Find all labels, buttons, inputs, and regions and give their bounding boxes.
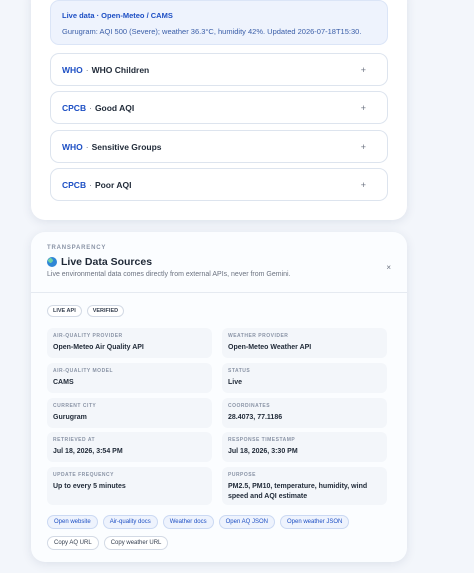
live-data-title: Live data · Open-Meteo / CAMS: [62, 11, 173, 20]
section-title: Live Data Sources: [47, 256, 152, 268]
section-subtitle: Live environmental data comes directly f…: [47, 271, 291, 278]
field-label: AIR-QUALITY PROVIDER: [53, 333, 123, 339]
field-value: Jul 18, 2026, 3:30 PM: [228, 448, 298, 455]
field-coordinates: COORDINATES 28.4073, 77.1186: [222, 398, 387, 428]
field-current-city: CURRENT CITY Gurugram: [47, 398, 212, 428]
field-value: 28.4073, 77.1186: [228, 414, 283, 421]
field-value: CAMS: [53, 379, 74, 386]
guidelines-card: Live data · Open-Meteo / CAMS Gurugram: …: [31, 0, 407, 220]
section-title-text: Live Data Sources: [61, 256, 153, 268]
verified-badge: VERIFIED: [86, 305, 125, 317]
accordion-separator: ·: [89, 102, 92, 113]
field-value: Gurugram: [53, 414, 87, 421]
accordion-separator: ·: [89, 179, 92, 190]
globe-icon: [47, 257, 57, 267]
accordion-poor-aqi[interactable]: CPCB · Poor AQI +: [50, 168, 388, 201]
field-value: PM2.5, PM10, temperature, humidity, wind…: [228, 483, 368, 500]
field-value: Up to every 5 minutes: [53, 483, 126, 490]
field-value: Open-Meteo Weather API: [228, 344, 312, 351]
accordion-label: Poor AQI: [94, 179, 132, 190]
accordion-label: WHO Children: [91, 64, 150, 75]
live-api-badge: LIVE API: [47, 305, 82, 317]
field-label: PURPOSE: [228, 472, 256, 478]
field-air-quality-provider: AIR-QUALITY PROVIDER Open-Meteo Air Qual…: [47, 328, 212, 358]
accordion-who-children[interactable]: WHO · WHO Children +: [50, 53, 388, 86]
air-quality-docs-link[interactable]: Air-quality docs: [102, 515, 158, 529]
accordion-org: WHO: [62, 141, 83, 152]
open-weather-json-link[interactable]: Open weather JSON: [280, 515, 350, 529]
copy-buttons: Copy AQ URL Copy weather URL: [47, 536, 169, 550]
field-value: Open-Meteo Air Quality API: [53, 344, 144, 351]
field-label: CURRENT CITY: [53, 403, 97, 409]
open-website-link[interactable]: Open website: [47, 515, 98, 529]
plus-icon[interactable]: +: [361, 103, 366, 113]
field-response-timestamp: RESPONSE TIMESTAMP Jul 18, 2026, 3:30 PM: [222, 432, 387, 462]
copy-weather-url-button[interactable]: Copy weather URL: [103, 536, 169, 550]
badge-row: LIVE API VERIFIED: [47, 305, 125, 317]
field-label: RETRIEVED AT: [53, 437, 96, 443]
live-data-summary: Gurugram: AQI 500 (Severe); weather 36.3…: [62, 27, 362, 36]
accordion-label: Sensitive Groups: [91, 141, 162, 152]
field-label: RESPONSE TIMESTAMP: [228, 437, 296, 443]
field-retrieved-at: RETRIEVED AT Jul 18, 2026, 3:54 PM: [47, 432, 212, 462]
field-label: UPDATE FREQUENCY: [53, 472, 114, 478]
field-value: Jul 18, 2026, 3:54 PM: [53, 448, 123, 455]
field-air-quality-model: AIR-QUALITY MODEL CAMS: [47, 363, 212, 393]
plus-icon[interactable]: +: [361, 65, 366, 75]
field-label: AIR-QUALITY MODEL: [53, 368, 114, 374]
accordion-org: CPCB: [62, 102, 87, 113]
plus-icon[interactable]: +: [361, 142, 366, 152]
copy-aq-url-button[interactable]: Copy AQ URL: [47, 536, 99, 550]
field-status: STATUS Live: [222, 363, 387, 393]
open-aq-json-link[interactable]: Open AQ JSON: [218, 515, 275, 529]
accordion-good-aqi[interactable]: CPCB · Good AQI +: [50, 91, 388, 124]
divider: [31, 292, 407, 293]
weather-docs-link[interactable]: Weather docs: [162, 515, 214, 529]
accordion-org: CPCB: [62, 179, 87, 190]
field-label: COORDINATES: [228, 403, 271, 409]
field-label: STATUS: [228, 368, 251, 374]
close-icon[interactable]: ×: [386, 263, 391, 272]
field-purpose: PURPOSE PM2.5, PM10, temperature, humidi…: [222, 467, 387, 505]
section-eyebrow: TRANSPARENCY: [47, 245, 107, 251]
accordion-org: WHO: [62, 64, 83, 75]
source-links: Open website Air-quality docs Weather do…: [47, 515, 350, 529]
live-data-sources-card: TRANSPARENCY Live Data Sources × Live en…: [31, 232, 407, 562]
accordion-separator: ·: [85, 141, 89, 152]
field-value: Live: [228, 379, 243, 386]
field-update-frequency: UPDATE FREQUENCY Up to every 5 minutes: [47, 467, 212, 505]
live-data-banner: Live data · Open-Meteo / CAMS Gurugram: …: [50, 0, 388, 45]
field-weather-provider: WEATHER PROVIDER Open-Meteo Weather API: [222, 328, 387, 358]
accordion-label: Good AQI: [94, 102, 135, 113]
plus-icon[interactable]: +: [361, 180, 366, 190]
field-label: WEATHER PROVIDER: [228, 333, 289, 339]
accordion-sensitive-groups[interactable]: WHO · Sensitive Groups +: [50, 130, 388, 163]
accordion-separator: ·: [85, 64, 89, 75]
